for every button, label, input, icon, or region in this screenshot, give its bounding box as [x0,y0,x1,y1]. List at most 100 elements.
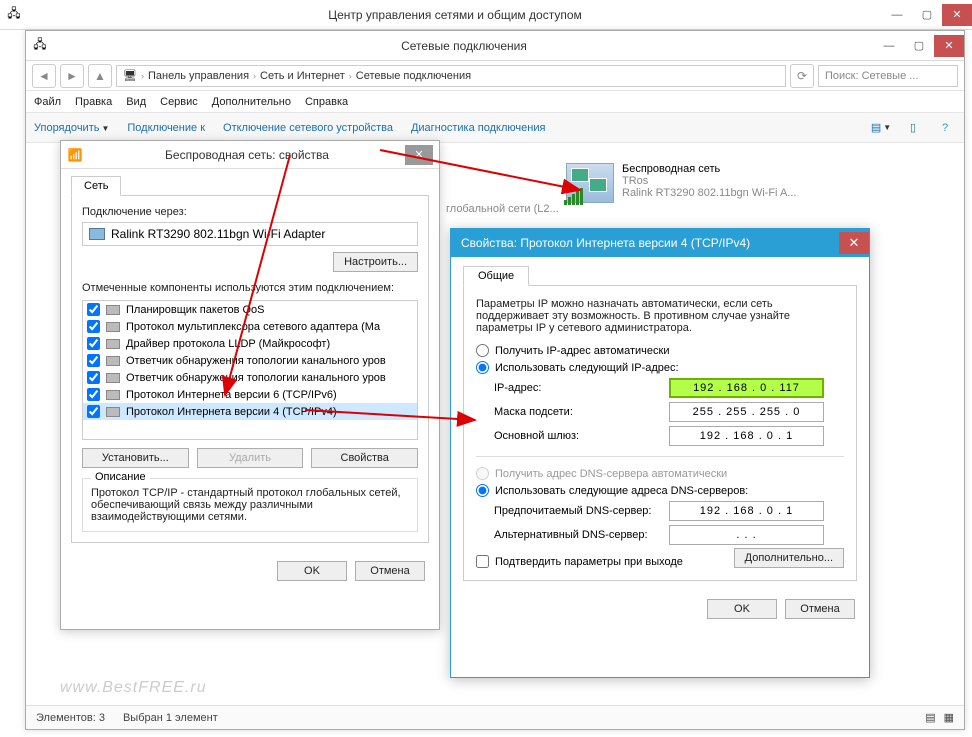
forward-button[interactable]: ► [60,64,84,88]
refresh-button[interactable]: ⟳ [790,64,814,88]
breadcrumb-sep: › [349,71,352,81]
radio-manual-ip-input[interactable] [476,361,489,374]
view-large-icon[interactable]: ▦ [944,711,954,724]
parent-maximize-button[interactable]: ▢ [912,4,942,26]
component-item[interactable]: Протокол мультиплексора сетевого адаптер… [83,318,417,335]
maximize-button[interactable]: ▢ [904,35,934,57]
component-item[interactable]: Ответчик обнаружения топологии канальног… [83,369,417,386]
dialog1-title: Беспроводная сеть: свойства [89,148,405,162]
components-label: Отмеченные компоненты используются этим … [82,282,418,294]
advanced-button[interactable]: Дополнительно... [734,548,844,568]
component-checkbox[interactable] [87,303,100,316]
breadcrumb[interactable]: 🖥 › Панель управления › Сеть и Интернет … [116,65,786,87]
up-button[interactable]: ▲ [88,64,112,88]
dialog2-title: Свойства: Протокол Интернета версии 4 (T… [461,236,839,250]
component-icon [106,373,120,383]
install-button[interactable]: Установить... [82,448,189,468]
breadcrumb-item[interactable]: Сеть и Интернет [260,70,345,82]
alternate-dns-field[interactable]: . . . [669,525,824,545]
wireless-properties-dialog: 📶 Беспроводная сеть: свойства ✕ Сеть Под… [60,140,440,630]
confirm-on-exit-checkbox[interactable] [476,555,489,568]
tab-network[interactable]: Сеть [71,176,121,196]
toolbar-disable[interactable]: Отключение сетевого устройства [223,122,393,134]
component-icon [106,356,120,366]
configure-button[interactable]: Настроить... [333,252,418,272]
radio-manual-dns-input[interactable] [476,484,489,497]
menu-file[interactable]: Файл [34,96,61,108]
parent-titlebar: 🖧 Центр управления сетями и общим доступ… [0,0,972,30]
dialog1-close-button[interactable]: ✕ [405,145,433,165]
parent-close-button[interactable]: ✕ [942,4,972,26]
toolbar-organize[interactable]: Упорядочить▼ [34,122,109,134]
ip-address-field[interactable]: 192 . 168 . 0 . 117 [669,378,824,398]
component-item[interactable]: Протокол Интернета версии 6 (TCP/IPv6) [83,386,417,403]
mask-label: Маска подсети: [494,406,669,418]
menu-service[interactable]: Сервис [160,96,198,108]
menu-view[interactable]: Вид [126,96,146,108]
view-details-icon[interactable]: ▤ [925,711,935,724]
component-checkbox[interactable] [87,354,100,367]
component-icon [106,339,120,349]
description-group: Описание Протокол TCP/IP - стандартный п… [82,478,418,532]
toolbar-connect[interactable]: Подключение к [127,122,205,134]
breadcrumb-item[interactable]: Панель управления [148,70,249,82]
dialog2-close-button[interactable]: ✕ [839,232,869,254]
radio-auto-dns: Получить адрес DNS-сервера автоматически [476,467,844,480]
tab-general[interactable]: Общие [463,266,529,286]
component-item-selected[interactable]: Протокол Интернета версии 4 (TCP/IPv4) [83,403,417,420]
radio-auto-ip-input[interactable] [476,344,489,357]
component-item[interactable]: Ответчик обнаружения топологии канальног… [83,352,417,369]
preview-pane-button[interactable]: ▯ [902,117,924,139]
breadcrumb-root-icon: 🖥 [123,69,137,82]
back-button[interactable]: ◄ [32,64,56,88]
network-adapter-item[interactable]: Беспроводная сеть TRos Ralink RT3290 802… [566,163,806,203]
component-item[interactable]: Драйвер протокола LLDP (Майкрософт) [83,335,417,352]
menu-help[interactable]: Справка [305,96,348,108]
help-button[interactable]: ? [934,117,956,139]
breadcrumb-item[interactable]: Сетевые подключения [356,70,471,82]
dialog2-cancel-button[interactable]: Отмена [785,599,855,619]
radio-manual-dns[interactable]: Использовать следующие адреса DNS-сервер… [476,484,844,497]
close-button[interactable]: ✕ [934,35,964,57]
search-placeholder: Поиск: Сетевые ... [825,70,918,82]
properties-button[interactable]: Свойства [311,448,418,468]
component-checkbox[interactable] [87,405,100,418]
status-bar: Элементов: 3 Выбран 1 элемент ▤ ▦ [26,705,964,729]
search-input[interactable]: Поиск: Сетевые ... [818,65,958,87]
preferred-dns-field[interactable]: 192 . 168 . 0 . 1 [669,501,824,521]
ip-label: IP-адрес: [494,382,669,394]
parent-minimize-button[interactable]: — [882,4,912,26]
breadcrumb-sep: › [253,71,256,81]
minimize-button[interactable]: — [874,35,904,57]
adapter-network: TRos [622,175,796,187]
component-checkbox[interactable] [87,337,100,350]
dialog2-titlebar: Свойства: Протокол Интернета версии 4 (T… [451,229,869,257]
component-icon [106,305,120,315]
component-item[interactable]: Планировщик пакетов QoS [83,301,417,318]
parent-window-title: Центр управления сетями и общим доступом [28,8,882,22]
menu-advanced[interactable]: Дополнительно [212,96,291,108]
dialog2-ok-button[interactable]: OK [707,599,777,619]
description-text: Протокол TCP/IP - стандартный протокол г… [91,487,409,523]
signal-bars-icon [564,188,583,205]
toolbar-diagnose[interactable]: Диагностика подключения [411,122,545,134]
radio-auto-ip[interactable]: Получить IP-адрес автоматически [476,344,844,357]
menu-edit[interactable]: Правка [75,96,112,108]
adapter-device: Ralink RT3290 802.11bgn Wi-Fi A... [622,187,796,199]
dns1-label: Предпочитаемый DNS-сервер: [494,505,669,517]
breadcrumb-sep: › [141,71,144,81]
component-icon [106,390,120,400]
gateway-field[interactable]: 192 . 168 . 0 . 1 [669,426,824,446]
parent-window-icon: 🖧 [0,4,28,25]
window-icon: 🖧 [26,35,54,56]
component-checkbox[interactable] [87,388,100,401]
component-checkbox[interactable] [87,371,100,384]
window-titlebar: 🖧 Сетевые подключения — ▢ ✕ [26,31,964,61]
subnet-mask-field[interactable]: 255 . 255 . 255 . 0 [669,402,824,422]
dialog1-ok-button[interactable]: OK [277,561,347,581]
components-list[interactable]: Планировщик пакетов QoS Протокол мультип… [82,300,418,440]
component-checkbox[interactable] [87,320,100,333]
radio-manual-ip[interactable]: Использовать следующий IP-адрес: [476,361,844,374]
view-options-button[interactable]: ▤▼ [870,117,892,139]
dialog1-cancel-button[interactable]: Отмена [355,561,425,581]
